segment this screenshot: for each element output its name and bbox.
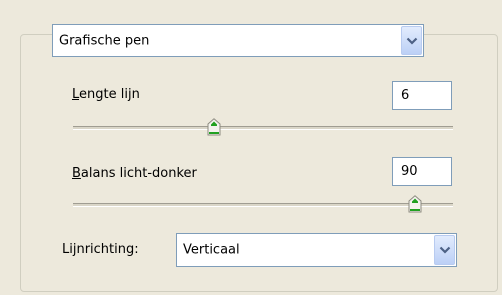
- chevron-down-icon: [406, 37, 417, 45]
- effect-type-dropdown-button[interactable]: [401, 26, 422, 55]
- stroke-length-slider-thumb[interactable]: [207, 118, 221, 136]
- direction-dropdown-button[interactable]: [434, 235, 455, 265]
- balance-slider-track[interactable]: [73, 203, 453, 207]
- slider-thumb-icon: [408, 195, 422, 213]
- effect-type-dropdown[interactable]: Grafische pen: [52, 24, 424, 57]
- balance-value: 90: [401, 164, 418, 179]
- slider-thumb-icon: [207, 118, 221, 136]
- direction-dropdown[interactable]: Verticaal: [176, 233, 457, 267]
- balance-field[interactable]: 90: [392, 157, 452, 186]
- stroke-length-value: 6: [401, 88, 410, 103]
- chevron-down-icon: [439, 246, 450, 254]
- effect-type-value: Grafische pen: [59, 33, 150, 48]
- balance-slider-thumb[interactable]: [408, 195, 422, 213]
- direction-value: Verticaal: [183, 242, 240, 258]
- direction-label: Lijnrichting:: [62, 242, 139, 257]
- stroke-length-field[interactable]: 6: [392, 81, 452, 110]
- stroke-length-label: Lengte lijn: [72, 87, 140, 102]
- balance-label: Balans licht-donker: [72, 166, 197, 181]
- stroke-length-slider-track[interactable]: [73, 126, 453, 130]
